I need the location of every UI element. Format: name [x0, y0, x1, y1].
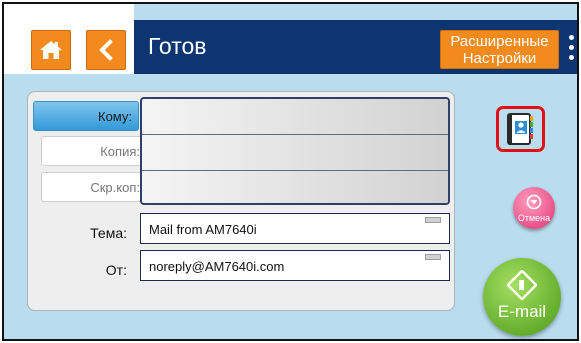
home-button[interactable]	[31, 30, 71, 70]
home-icon	[40, 41, 62, 59]
status-title: Готов	[148, 33, 207, 59]
cancel-button[interactable]: Отмена	[513, 187, 555, 229]
subject-value: Mail from AM7640i	[149, 222, 257, 237]
bcc-button[interactable]: Скр.коп:	[41, 172, 147, 202]
cancel-label: Отмена	[517, 213, 551, 223]
start-icon	[507, 270, 537, 300]
to-field[interactable]	[142, 99, 448, 135]
title-bar: Готов Расширенные Настройки	[134, 20, 577, 74]
bcc-field[interactable]	[142, 171, 448, 203]
cc-field[interactable]	[142, 135, 448, 171]
keyboard-icon[interactable]	[425, 217, 441, 223]
back-button[interactable]	[86, 30, 126, 70]
to-button[interactable]: Кому:	[33, 101, 139, 131]
from-field[interactable]: noreply@AM7640i.com	[140, 250, 450, 281]
kebab-menu-icon[interactable]	[566, 32, 576, 66]
cc-button[interactable]: Копия:	[41, 136, 147, 166]
from-label: От:	[105, 262, 127, 278]
advanced-settings-button[interactable]: Расширенные Настройки	[440, 30, 559, 69]
stop-icon	[526, 194, 542, 210]
address-book-icon	[506, 113, 533, 145]
scanner-email-screen: Готов Расширенные Настройки Кому: Копия:…	[2, 2, 579, 341]
subject-label: Тема:	[90, 225, 127, 241]
email-form-panel: Кому: Копия: Скр.коп: Тема: Mail from AM…	[27, 91, 455, 311]
email-send-button[interactable]: E-mail	[483, 258, 561, 336]
chevron-left-icon	[99, 39, 113, 61]
email-label: E-mail	[497, 302, 547, 321]
address-book-button[interactable]	[496, 106, 545, 152]
keyboard-icon[interactable]	[425, 254, 441, 260]
recipient-list	[140, 97, 450, 205]
from-value: noreply@AM7640i.com	[149, 259, 285, 274]
subject-field[interactable]: Mail from AM7640i	[140, 213, 450, 244]
